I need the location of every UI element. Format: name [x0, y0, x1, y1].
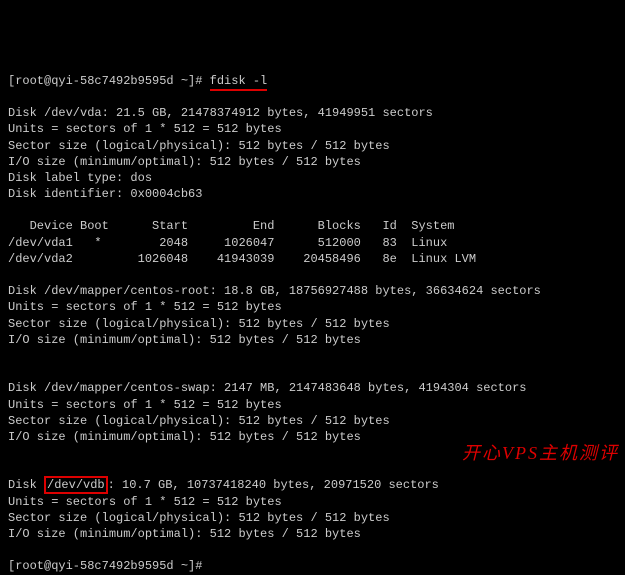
disk-vdb-units: Units = sectors of 1 * 512 = 512 bytes	[8, 495, 282, 509]
disk-root-io: I/O size (minimum/optimal): 512 bytes / …	[8, 333, 361, 347]
command-input[interactable]: fdisk -l	[210, 74, 268, 91]
disk-vdb-pre: Disk	[8, 478, 44, 492]
disk-root-units: Units = sectors of 1 * 512 = 512 bytes	[8, 300, 282, 314]
disk-root-header: Disk /dev/mapper/centos-root: 18.8 GB, 1…	[8, 284, 541, 298]
disk-vdb-post: : 10.7 GB, 10737418240 bytes, 20971520 s…	[108, 478, 439, 492]
disk-root-sector: Sector size (logical/physical): 512 byte…	[8, 317, 390, 331]
disk-swap-header: Disk /dev/mapper/centos-swap: 2147 MB, 2…	[8, 381, 526, 395]
partition-row-vda1: /dev/vda1 * 2048 1026047 512000 83 Linux	[8, 236, 447, 250]
disk-vda-io: I/O size (minimum/optimal): 512 bytes / …	[8, 155, 361, 169]
disk-vda-label: Disk label type: dos	[8, 171, 152, 185]
disk-vdb-device: /dev/vdb	[44, 476, 108, 494]
watermark-text: 开心VPS主机测评	[462, 441, 619, 465]
disk-vda-header: Disk /dev/vda: 21.5 GB, 21478374912 byte…	[8, 106, 433, 120]
disk-vda-units: Units = sectors of 1 * 512 = 512 bytes	[8, 122, 282, 136]
disk-swap-sector: Sector size (logical/physical): 512 byte…	[8, 414, 390, 428]
disk-swap-units: Units = sectors of 1 * 512 = 512 bytes	[8, 398, 282, 412]
shell-prompt-end[interactable]: [root@qyi-58c7492b9595d ~]#	[8, 559, 202, 573]
disk-vdb-io: I/O size (minimum/optimal): 512 bytes / …	[8, 527, 361, 541]
disk-swap-io: I/O size (minimum/optimal): 512 bytes / …	[8, 430, 361, 444]
partition-row-vda2: /dev/vda2 1026048 41943039 20458496 8e L…	[8, 252, 476, 266]
shell-prompt: [root@qyi-58c7492b9595d ~]#	[8, 74, 210, 88]
disk-vda-ident: Disk identifier: 0x0004cb63	[8, 187, 202, 201]
partition-table-header: Device Boot Start End Blocks Id System	[8, 219, 454, 233]
disk-vda-sector: Sector size (logical/physical): 512 byte…	[8, 139, 390, 153]
disk-vdb-sector: Sector size (logical/physical): 512 byte…	[8, 511, 390, 525]
